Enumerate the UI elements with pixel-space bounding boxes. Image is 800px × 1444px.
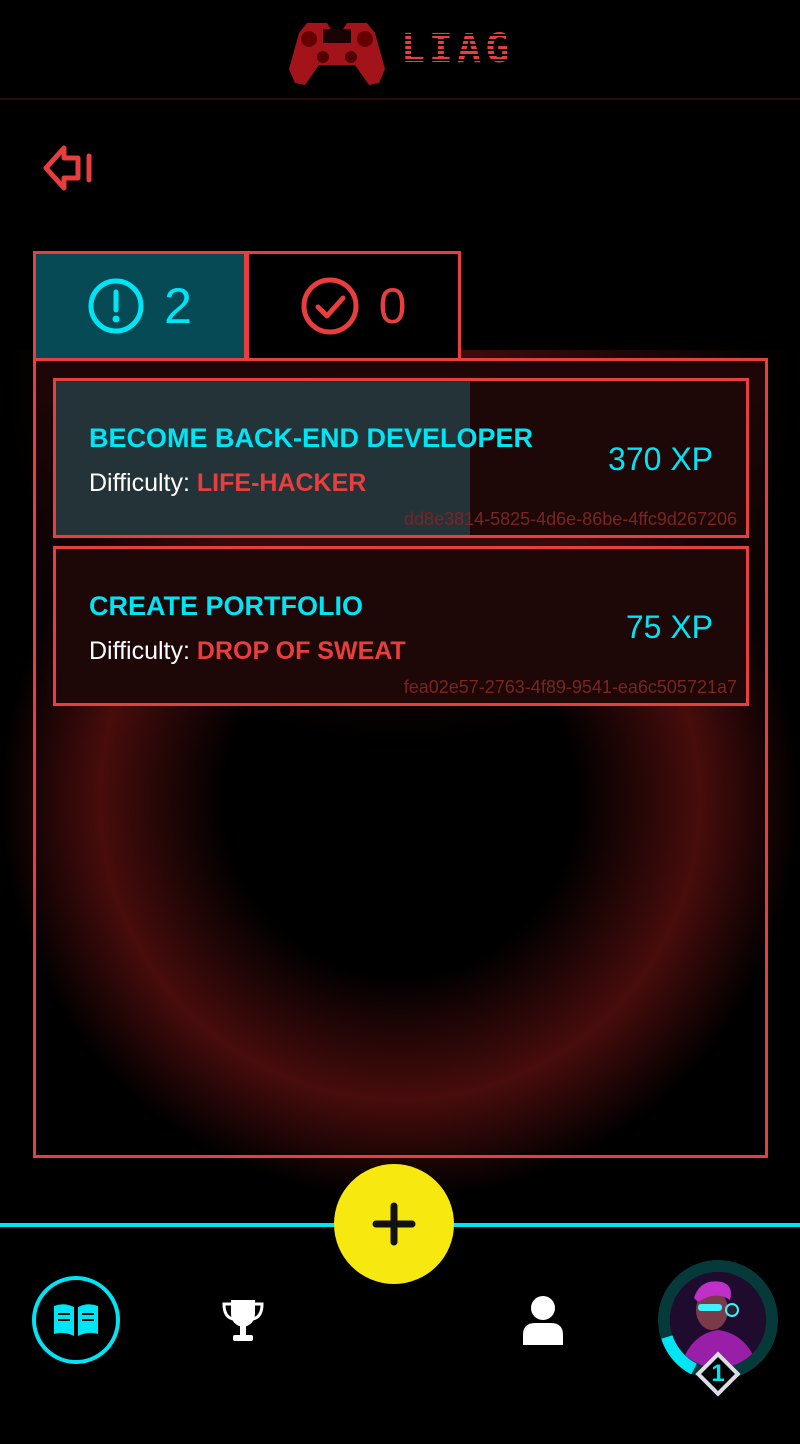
header: LIAG bbox=[0, 0, 800, 100]
quest-difficulty: Difficulty: LIFE-HACKER bbox=[89, 469, 367, 497]
tab-completed-quests[interactable]: 0 bbox=[246, 251, 461, 361]
quest-id: dd8e3814-5825-4d6e-86be-4ffc9d267206 bbox=[404, 509, 737, 529]
quest-title: BECOME BACK-END DEVELOPER bbox=[89, 423, 534, 453]
nav-profile-button[interactable] bbox=[518, 1293, 568, 1347]
quest-card[interactable]: CREATE PORTFOLIO Difficulty: DROP OF SWE… bbox=[53, 546, 749, 706]
user-icon bbox=[523, 1296, 563, 1345]
quest-xp: 370 XP bbox=[608, 441, 713, 477]
logout-icon bbox=[43, 145, 92, 191]
quest-id: fea02e57-2763-4f89-9541-ea6c505721a7 bbox=[403, 677, 737, 697]
quest-list: BECOME BACK-END DEVELOPER Difficulty: LI… bbox=[33, 358, 768, 1158]
check-circle-icon bbox=[301, 277, 359, 335]
active-count: 2 bbox=[164, 278, 192, 334]
plus-icon bbox=[372, 1202, 416, 1246]
logo-text: LIAG bbox=[400, 26, 514, 72]
tab-active-quests[interactable]: 2 bbox=[33, 251, 247, 361]
add-quest-button[interactable] bbox=[334, 1164, 454, 1284]
avatar-level-button[interactable]: 1 bbox=[658, 1260, 778, 1397]
quest-xp: 75 XP bbox=[625, 609, 713, 645]
quest-difficulty: Difficulty: DROP OF SWEAT bbox=[89, 637, 406, 665]
nav-quests-button[interactable] bbox=[32, 1276, 120, 1364]
quest-card[interactable]: BECOME BACK-END DEVELOPER Difficulty: LI… bbox=[53, 378, 749, 538]
logout-button[interactable] bbox=[42, 142, 96, 199]
quest-title: CREATE PORTFOLIO bbox=[89, 591, 363, 621]
open-book-icon bbox=[54, 1304, 98, 1336]
level-badge: 1 bbox=[695, 1351, 741, 1397]
gamepad-logo-icon bbox=[288, 23, 385, 85]
exclamation-circle-icon bbox=[88, 278, 144, 334]
level-number: 1 bbox=[711, 1360, 725, 1387]
trophy-icon bbox=[222, 1300, 264, 1341]
nav-leaderboard-button[interactable] bbox=[218, 1295, 268, 1345]
completed-count: 0 bbox=[378, 278, 407, 334]
